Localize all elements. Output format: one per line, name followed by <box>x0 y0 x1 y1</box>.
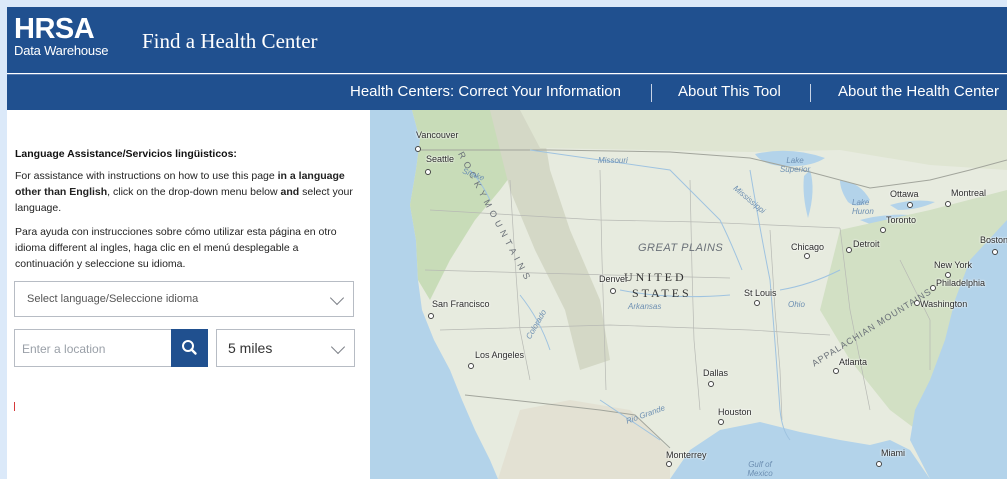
city-detroit: Detroit <box>853 239 880 249</box>
city-marker[interactable] <box>880 227 886 233</box>
city-san-francisco: San Francisco <box>432 299 490 309</box>
logo-subtitle: Data Warehouse <box>14 43 109 58</box>
city-ottawa: Ottawa <box>890 189 919 199</box>
label-gulf-of-mexico: Gulf of Mexico <box>747 460 773 478</box>
city-washington: Washington <box>920 299 968 309</box>
header-bar: HRSA Data Warehouse Find a Health Center <box>7 7 1007 73</box>
label-arkansas-river: Arkansas <box>628 302 662 311</box>
search-panel: Language Assistance/Servicios lingüistic… <box>7 110 370 479</box>
city-marker[interactable] <box>610 288 616 294</box>
city-marker[interactable] <box>907 202 913 208</box>
top-nav: Health Centers: Correct Your Information… <box>7 75 1007 110</box>
city-chicago: Chicago <box>791 242 825 252</box>
label-missouri-river: Missouri <box>598 156 628 165</box>
map-view[interactable]: GREAT PLAINS UNITED STATES R O C K Y M O… <box>370 110 1007 479</box>
label-country-line1: UNITED <box>624 270 687 284</box>
city-marker[interactable] <box>718 419 724 425</box>
radius-select[interactable]: 5 miles <box>216 329 355 367</box>
city-marker[interactable] <box>754 300 760 306</box>
city-marker[interactable] <box>666 461 672 467</box>
city-vancouver: Vancouver <box>416 130 459 140</box>
city-new-york: New York <box>934 260 973 270</box>
location-input[interactable]: Enter a location <box>14 329 171 367</box>
cursor-mark <box>14 402 15 411</box>
chevron-down-icon <box>329 290 345 306</box>
city-denver: Denver <box>599 274 629 284</box>
app-frame: HRSA Data Warehouse Find a Health Center… <box>7 7 1007 479</box>
city-marker[interactable] <box>428 313 434 319</box>
city-marker[interactable] <box>876 461 882 467</box>
language-instructions-en: For assistance with instructions on how … <box>15 168 355 216</box>
city-seattle: Seattle <box>426 154 455 164</box>
instructions-text: , click on the drop-down menu below <box>107 186 281 198</box>
label-great-plains: GREAT PLAINS <box>638 242 724 254</box>
search-button[interactable] <box>171 329 208 367</box>
city-miami: Miami <box>881 448 905 458</box>
location-placeholder: Enter a location <box>22 342 106 356</box>
city-montreal: Montreal <box>951 188 987 198</box>
city-toronto: Toronto <box>886 215 917 225</box>
instructions-emphasis: and <box>280 186 300 198</box>
city-marker[interactable] <box>945 201 951 207</box>
city-monterrey: Monterrey <box>666 450 707 460</box>
city-marker[interactable] <box>708 381 714 387</box>
city-atlanta: Atlanta <box>839 357 868 367</box>
city-marker[interactable] <box>833 368 839 374</box>
city-marker[interactable] <box>804 253 810 259</box>
city-marker[interactable] <box>425 169 431 175</box>
language-select-value: Select language/Seleccione idioma <box>27 293 199 305</box>
city-marker[interactable] <box>468 363 474 369</box>
nav-correct-info[interactable]: Health Centers: Correct Your Information <box>350 83 621 100</box>
label-lake-huron: Lake Huron <box>852 198 874 216</box>
nav-separator <box>651 84 652 102</box>
city-philadelphia: Philadelphia <box>936 278 986 288</box>
city-los-angeles: Los Angeles <box>475 350 525 360</box>
language-instructions-es: Para ayuda con instrucciones sobre cómo … <box>15 226 337 270</box>
chevron-down-icon <box>330 339 346 355</box>
search-icon <box>182 340 197 355</box>
hrsa-logo[interactable]: HRSA Data Warehouse <box>14 13 109 59</box>
label-ohio-river: Ohio <box>788 300 805 309</box>
city-boston: Boston <box>980 235 1007 245</box>
instructions-text: For assistance with instructions on how … <box>15 170 278 182</box>
label-lake-superior: Lake Superior <box>779 156 811 174</box>
nav-about-tool[interactable]: About This Tool <box>678 83 781 100</box>
nav-about-health-center[interactable]: About the Health Center <box>838 83 999 100</box>
nav-separator <box>810 84 811 102</box>
city-marker[interactable] <box>992 249 998 255</box>
city-dallas: Dallas <box>703 368 729 378</box>
radius-select-value: 5 miles <box>228 340 273 356</box>
language-select[interactable]: Select language/Seleccione idioma <box>14 281 354 317</box>
city-marker[interactable] <box>415 146 421 152</box>
page-title: Find a Health Center <box>142 29 318 53</box>
logo-wordmark: HRSA <box>14 13 95 45</box>
city-st-louis: St Louis <box>744 288 777 298</box>
city-houston: Houston <box>718 407 752 417</box>
city-marker[interactable] <box>846 247 852 253</box>
language-heading: Language Assistance/Servicios lingüistic… <box>15 148 237 160</box>
label-country-line2: STATES <box>632 286 692 300</box>
